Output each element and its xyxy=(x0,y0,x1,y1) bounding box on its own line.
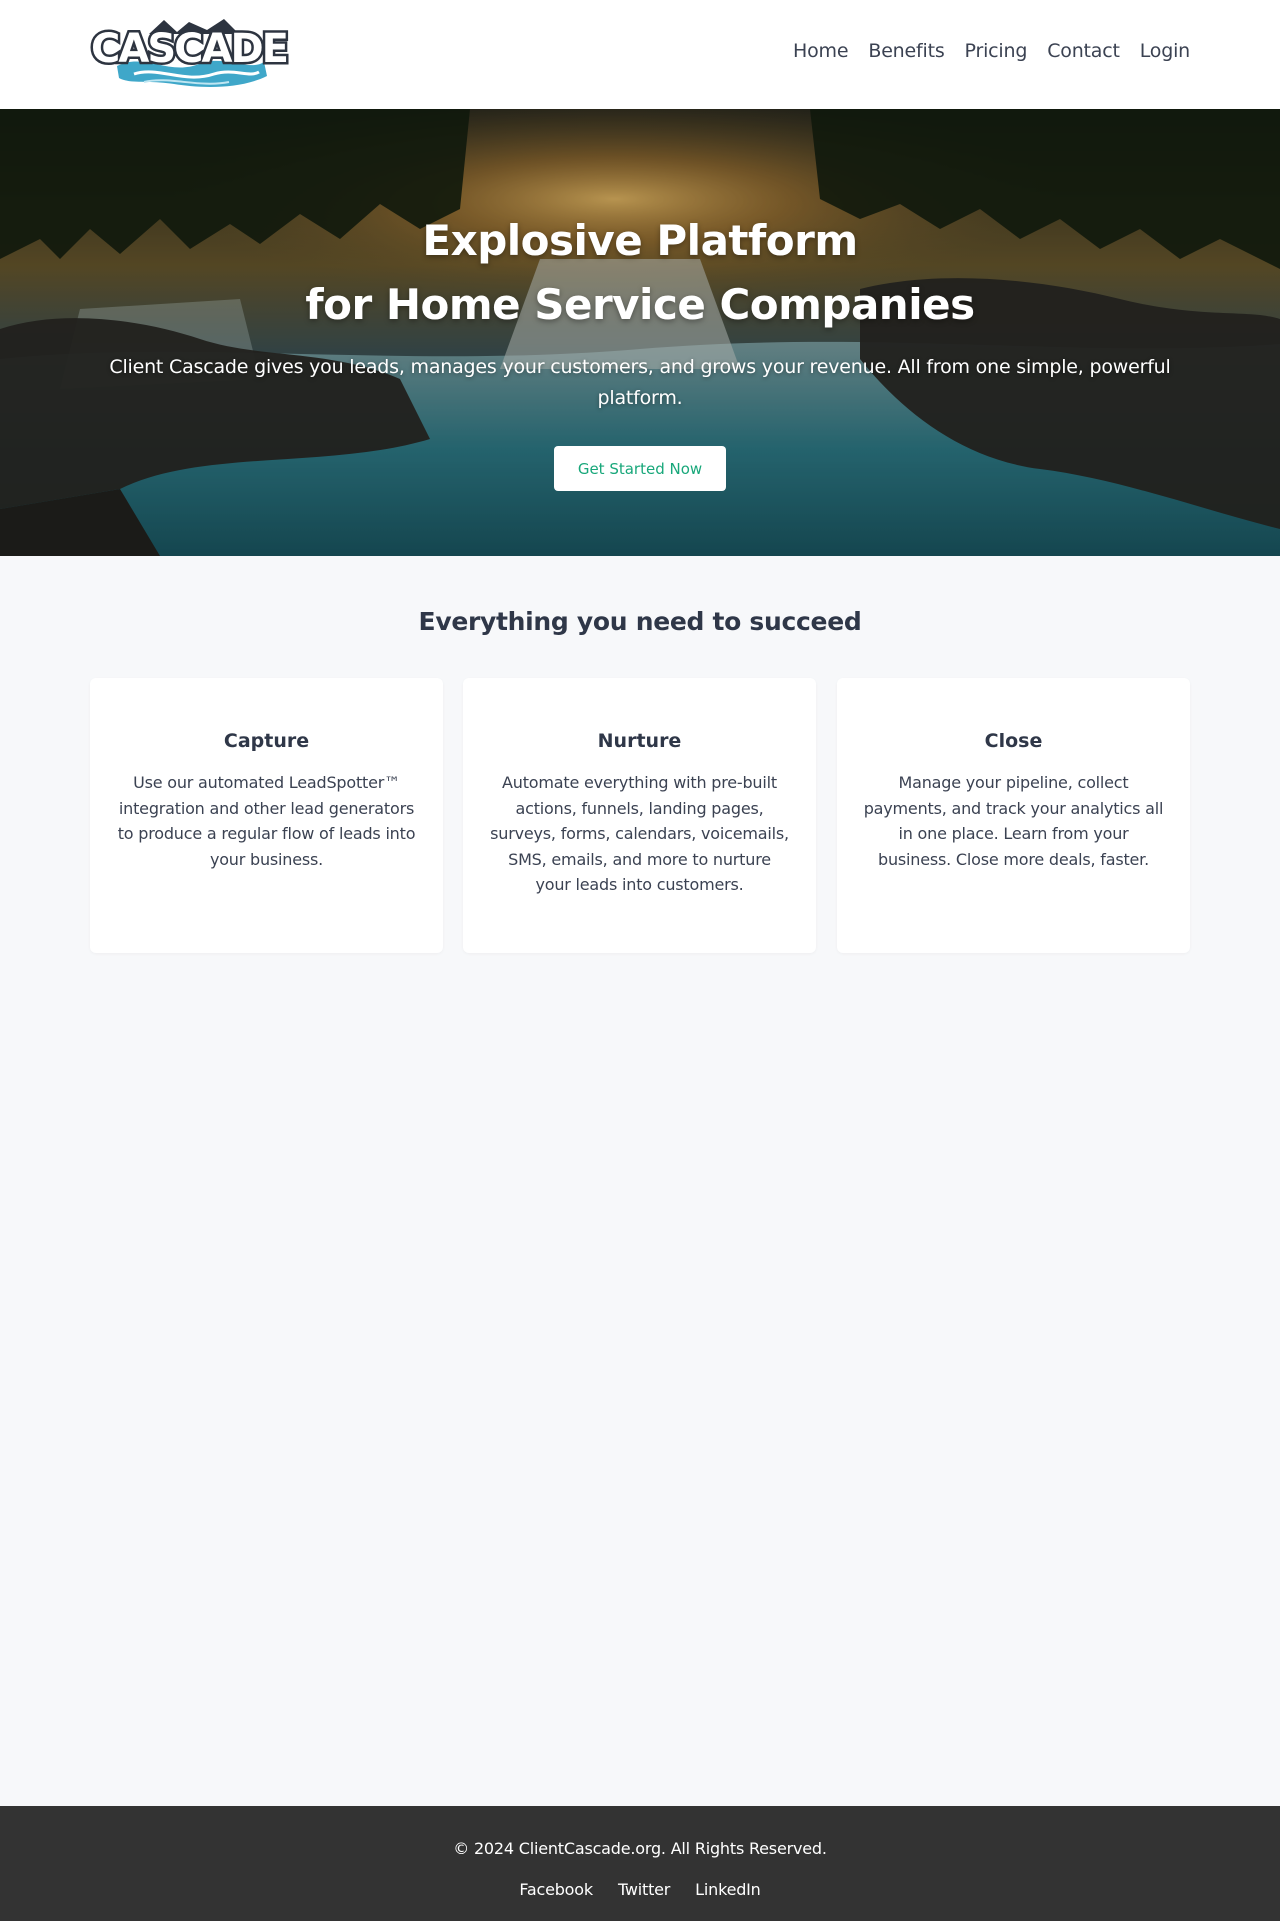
cascade-logo[interactable]: CASCADE xyxy=(89,14,289,94)
nav-home[interactable]: Home xyxy=(793,40,849,62)
copyright-text: © 2024 ClientCascade.org. All Rights Res… xyxy=(453,1839,827,1858)
feature-card-title: Capture xyxy=(223,730,310,752)
feature-card-text: Manage your pipeline, collect payments, … xyxy=(863,773,1164,869)
hero-subtitle: Client Cascade gives you leads, manages … xyxy=(109,356,1171,409)
feature-card-title: Nurture xyxy=(597,730,682,752)
feature-card-close: Close Manage your pipeline, collect paym… xyxy=(837,678,1190,953)
nav-pricing[interactable]: Pricing xyxy=(965,40,1028,62)
svg-text:CASCADE: CASCADE xyxy=(91,26,287,72)
site-header: CASCADE Home Benefits Pricing Contact Lo… xyxy=(0,0,1280,109)
hero-title-line-1: Explosive Platform xyxy=(422,216,858,265)
feature-card-text: Automate everything with pre-built actio… xyxy=(490,773,789,894)
nav-contact[interactable]: Contact xyxy=(1047,40,1120,62)
site-footer: © 2024 ClientCascade.org. All Rights Res… xyxy=(0,1806,1280,1921)
feature-card-title: Close xyxy=(984,730,1043,752)
hero-content: Explosive Platform for Home Service Comp… xyxy=(0,109,1280,556)
cascade-logo-icon: CASCADE xyxy=(89,19,289,87)
social-links: Facebook Twitter LinkedIn xyxy=(0,1880,1280,1899)
facebook-link[interactable]: Facebook xyxy=(519,1880,593,1899)
hero-title-line-2: for Home Service Companies xyxy=(305,280,975,329)
hero-section: Explosive Platform for Home Service Comp… xyxy=(0,109,1280,556)
linkedin-link[interactable]: LinkedIn xyxy=(695,1880,761,1899)
feature-card-text: Use our automated LeadSpotter™ integrati… xyxy=(117,773,416,869)
get-started-button[interactable]: Get Started Now xyxy=(554,446,726,491)
features-title: Everything you need to succeed xyxy=(418,607,862,636)
feature-card-capture: Capture Use our automated LeadSpotter™ i… xyxy=(90,678,443,953)
twitter-link[interactable]: Twitter xyxy=(618,1880,670,1899)
feature-card-nurture: Nurture Automate everything with pre-bui… xyxy=(463,678,816,953)
main-nav: Home Benefits Pricing Contact Login xyxy=(793,40,1190,62)
nav-login[interactable]: Login xyxy=(1140,40,1190,62)
hero-title: Explosive Platform for Home Service Comp… xyxy=(0,209,1280,337)
nav-benefits[interactable]: Benefits xyxy=(868,40,944,62)
